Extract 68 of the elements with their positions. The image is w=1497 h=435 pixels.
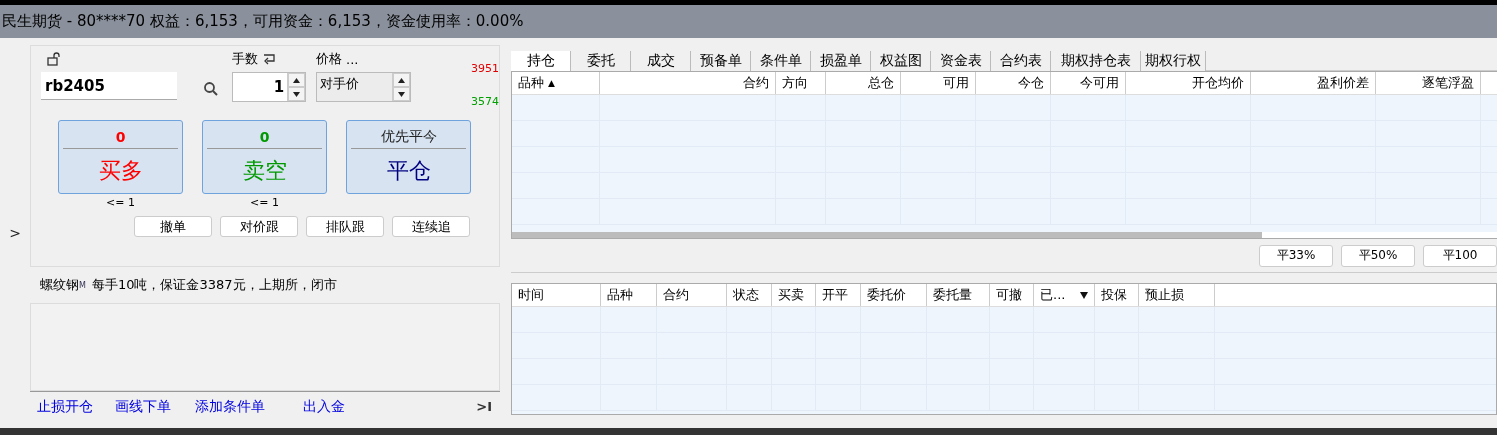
close-position-button[interactable]: 平33% [1259, 244, 1333, 267]
column-header[interactable]: 买卖 [772, 284, 816, 306]
column-header[interactable]: 合约 [600, 72, 776, 94]
column-header[interactable]: 合约 [657, 284, 727, 306]
tab[interactable]: 委托 [571, 51, 631, 71]
column-header[interactable]: 品种 [518, 74, 544, 92]
column-header[interactable]: 已... [1034, 284, 1095, 306]
tab[interactable]: 条件单 [751, 51, 811, 71]
upper-limit-price: 3951 [471, 62, 499, 75]
action-link[interactable]: 出入金 [303, 397, 345, 416]
lots-label: 手数 [232, 50, 259, 68]
up-arrow-icon[interactable] [398, 77, 405, 83]
return-icon[interactable] [262, 53, 277, 65]
filter-icon[interactable] [1080, 291, 1088, 299]
column-header[interactable]: 盈利价差 [1251, 72, 1376, 94]
down-arrow-icon[interactable] [293, 91, 301, 97]
column-header[interactable]: 品种 [601, 284, 657, 306]
column-header[interactable]: 投保 [1095, 284, 1139, 306]
action-link[interactable]: 止损开仓 [37, 397, 93, 416]
column-header[interactable]: 方向 [776, 72, 826, 94]
column-header[interactable]: 可用 [901, 72, 976, 94]
action-link[interactable]: 画线下单 [115, 397, 171, 416]
search-icon[interactable] [202, 81, 219, 97]
down-arrow-icon[interactable] [398, 91, 405, 97]
order-action-button[interactable]: 连续追 [392, 216, 470, 237]
column-header[interactable]: 今可用 [1051, 72, 1126, 94]
close-position-button[interactable]: 平100 [1423, 244, 1497, 267]
column-header[interactable]: 预止损 [1139, 284, 1215, 306]
column-header[interactable]: 总仓 [826, 72, 901, 94]
tab[interactable]: 权益图 [871, 51, 931, 71]
trade-button[interactable]: 优先平今 平仓 [346, 120, 471, 194]
tab[interactable]: 预备单 [691, 51, 751, 71]
order-action-button[interactable]: 撤单 [134, 216, 212, 237]
action-link[interactable]: 添加条件单 [195, 397, 265, 416]
column-header[interactable]: 时间 [512, 284, 601, 306]
tab[interactable]: 成交 [631, 51, 691, 71]
tab[interactable]: 合约表 [991, 51, 1051, 71]
tab[interactable]: 损盈单 [811, 51, 871, 71]
contract-field[interactable]: rb2405 [41, 72, 177, 100]
more-button[interactable]: ... [346, 51, 359, 67]
order-action-button[interactable]: 排队跟 [306, 216, 384, 237]
sort-indicator[interactable]: ▲ [548, 78, 555, 88]
collapse-button[interactable]: >I [476, 399, 492, 414]
column-header[interactable]: 委托量 [927, 284, 990, 306]
column-header[interactable]: 逐笔浮盈 [1376, 72, 1481, 94]
lots-spinner[interactable]: 1 [232, 72, 307, 102]
price-label: 价格 [316, 50, 342, 68]
tab[interactable]: 资金表 [931, 51, 991, 71]
max-lots-text: <= 1 [250, 195, 279, 211]
expand-toggle[interactable]: > [9, 225, 21, 241]
unlock-icon[interactable] [47, 52, 61, 66]
up-arrow-icon[interactable] [293, 77, 301, 83]
order-action-button[interactable]: 对价跟 [220, 216, 298, 237]
tab[interactable]: 持仓 [511, 51, 571, 71]
max-lots-text: <= 1 [106, 195, 135, 211]
column-header[interactable]: 今仓 [976, 72, 1051, 94]
tab[interactable]: 期权持仓表 [1051, 51, 1141, 71]
tab[interactable]: 期权行权 [1141, 51, 1206, 71]
column-header[interactable]: 委托价 [861, 284, 927, 306]
column-header[interactable]: 状态 [727, 284, 772, 306]
price-type-spinner[interactable]: 对手价 [316, 72, 411, 102]
account-summary: 民生期货 - 80****70 权益：6,153，可用资金：6,153，资金使用率：0.00% [2, 12, 524, 31]
lower-limit-price: 3574 [471, 95, 499, 108]
column-header[interactable]: 可撤 [990, 284, 1034, 306]
column-header[interactable]: 开平 [816, 284, 861, 306]
column-header[interactable]: 开仓均价 [1126, 72, 1251, 94]
close-position-button[interactable]: 平50% [1341, 244, 1415, 267]
horizontal-scrollbar[interactable] [512, 232, 1497, 238]
